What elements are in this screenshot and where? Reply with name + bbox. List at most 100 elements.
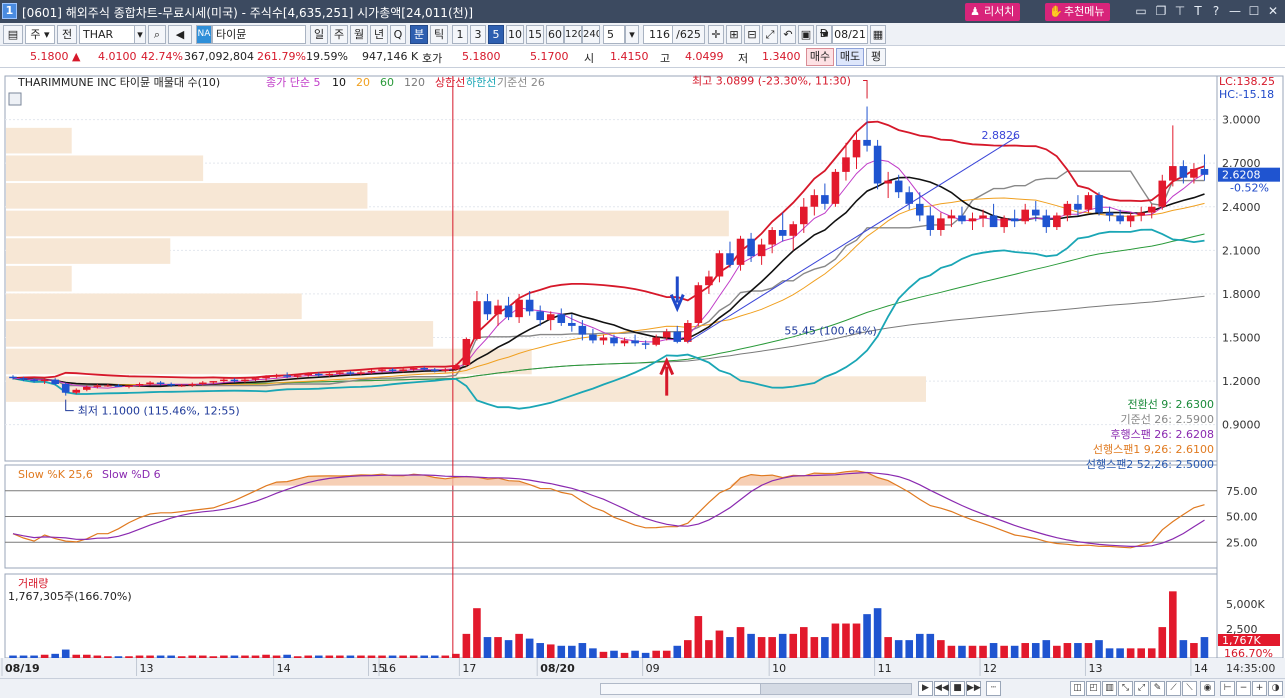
buy-button[interactable]: 매수 — [806, 48, 834, 66]
candle-body[interactable] — [947, 215, 956, 219]
volume-bar[interactable] — [462, 633, 471, 658]
symbol-dropdown-icon[interactable]: ▾ — [134, 25, 146, 44]
volume-bar[interactable] — [494, 637, 502, 658]
volume-bar[interactable] — [863, 614, 871, 658]
candle-body[interactable] — [747, 238, 755, 257]
candle-body[interactable] — [19, 378, 28, 380]
candle-body[interactable] — [262, 376, 270, 379]
candle-body[interactable] — [1031, 209, 1040, 216]
sell-button[interactable]: 매도 — [836, 48, 864, 66]
volume-bar[interactable] — [241, 655, 249, 658]
candle-body[interactable] — [336, 372, 344, 374]
candle-body[interactable] — [842, 157, 850, 172]
volume-bar[interactable] — [694, 616, 703, 658]
volume-bar[interactable] — [915, 633, 924, 658]
tool-c-icon[interactable]: ▥ — [1102, 681, 1117, 696]
volume-bar[interactable] — [72, 654, 81, 658]
minute-3[interactable]: 3 — [470, 25, 486, 44]
volume-bar[interactable] — [167, 655, 175, 658]
volume-bar[interactable] — [726, 637, 734, 658]
volume-bar[interactable] — [757, 637, 766, 658]
period-quarter[interactable]: Q — [390, 25, 406, 44]
candle-body[interactable] — [1105, 212, 1114, 216]
volume-bar[interactable] — [673, 645, 682, 658]
candle-body[interactable] — [1010, 218, 1019, 222]
candle-body[interactable] — [462, 338, 471, 366]
volume-bar[interactable] — [958, 645, 966, 658]
volume-bar[interactable] — [209, 656, 218, 658]
minute-15[interactable]: 15 — [526, 25, 544, 44]
volume-bar[interactable] — [768, 637, 776, 658]
candle-body[interactable] — [979, 215, 987, 219]
search-icon[interactable]: ⌕ — [148, 25, 166, 44]
minute-240[interactable]: 240 — [582, 25, 600, 44]
minute-1[interactable]: 1 — [452, 25, 468, 44]
volume-bar[interactable] — [357, 655, 365, 658]
candle-body[interactable] — [367, 370, 376, 373]
pin-icon[interactable]: ⊤ — [1172, 3, 1188, 19]
candle-body[interactable] — [821, 195, 829, 204]
volume-bar[interactable] — [515, 633, 523, 658]
candle-body[interactable] — [852, 139, 861, 158]
volume-bar[interactable] — [884, 637, 892, 658]
candle-body[interactable] — [209, 381, 218, 383]
tool-h-icon[interactable]: ⟍ — [1182, 681, 1197, 696]
date-checkbox[interactable] — [805, 25, 817, 44]
candle-body[interactable] — [831, 171, 840, 204]
volume-bar[interactable] — [51, 653, 59, 658]
candle-body[interactable] — [694, 285, 703, 323]
volume-bar[interactable] — [135, 655, 144, 658]
scale-bar-icon[interactable]: ┄ — [986, 681, 1001, 696]
chart-canvas[interactable]: 3.00002.70002.40002.10001.80001.50001.20… — [0, 68, 1285, 678]
candle-body[interactable] — [1126, 215, 1135, 222]
volume-bar[interactable] — [1021, 643, 1030, 658]
crosshair-icon[interactable]: ✛ — [708, 25, 724, 44]
tool-g-icon[interactable]: ⟋ — [1166, 681, 1181, 696]
candle-body[interactable] — [1095, 195, 1103, 213]
volume-bar[interactable] — [1053, 645, 1061, 658]
volume-bar[interactable] — [831, 623, 840, 658]
candle-body[interactable] — [810, 195, 819, 207]
candle-body[interactable] — [198, 382, 207, 384]
volume-bar[interactable] — [420, 655, 429, 658]
candle-body[interactable] — [989, 215, 998, 228]
volume-bar[interactable] — [989, 643, 998, 658]
candle-body[interactable] — [705, 276, 713, 286]
zoom-out-icon[interactable]: ⊟ — [744, 25, 760, 44]
volume-bar[interactable] — [525, 638, 534, 658]
volume-bar[interactable] — [272, 655, 281, 658]
volume-bar[interactable] — [40, 654, 49, 658]
tool-e-icon[interactable]: ⤢ — [1134, 681, 1149, 696]
volume-bar[interactable] — [198, 655, 207, 658]
horizontal-scrollbar[interactable] — [600, 683, 912, 695]
candle-body[interactable] — [473, 301, 481, 339]
candle-body[interactable] — [884, 180, 892, 184]
candle-body[interactable] — [1147, 206, 1156, 213]
candle-body[interactable] — [420, 368, 429, 370]
volume-bar[interactable] — [483, 637, 492, 658]
volume-bar[interactable] — [1179, 640, 1188, 658]
minute-60[interactable]: 60 — [546, 25, 564, 44]
volume-bar[interactable] — [1200, 637, 1209, 658]
candle-body[interactable] — [1021, 209, 1030, 222]
volume-bar[interactable] — [220, 655, 228, 658]
period-month[interactable]: 월 — [350, 25, 368, 44]
volume-bar[interactable] — [188, 655, 197, 658]
volume-bar[interactable] — [251, 655, 260, 658]
chart-area[interactable]: 3.0000 2.7000 2.4000 2.1000 1.8000 1.5000 1.20… — [0, 68, 1285, 698]
volume-bar[interactable] — [473, 608, 481, 658]
candle-body[interactable] — [589, 334, 597, 341]
volume-bar[interactable] — [283, 654, 291, 658]
candle-body[interactable] — [778, 230, 787, 236]
candle-body[interactable] — [652, 337, 660, 345]
volume-bar[interactable] — [842, 623, 850, 658]
volume-bar[interactable] — [114, 656, 123, 658]
candle-body[interactable] — [272, 375, 281, 377]
volume-bar[interactable] — [979, 645, 987, 658]
volume-bar[interactable] — [1116, 648, 1124, 658]
candle-body[interactable] — [863, 139, 871, 146]
period-minute[interactable]: 분 — [410, 25, 428, 44]
maximize-icon[interactable]: ☐ — [1246, 3, 1262, 19]
candle-body[interactable] — [378, 369, 386, 371]
volume-bar[interactable] — [177, 656, 186, 658]
